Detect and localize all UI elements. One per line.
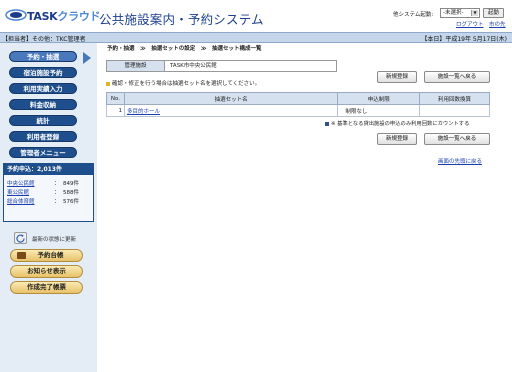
logo-text: TASK — [27, 10, 58, 23]
sidebar: 予約・抽選 宿泊施設予約 利用実績入力 料金収納 統計 利用者登録 管理者メニュ… — [0, 43, 97, 372]
reservation-ledger-label: 予約台帳 — [37, 251, 64, 259]
launch-button[interactable]: 起動 — [483, 8, 504, 18]
logo-mark-icon — [5, 9, 27, 21]
sidebar-item-user-registration[interactable]: 利用者登録 — [9, 131, 77, 142]
request-row: 東公民館 ： 588件 — [7, 190, 79, 196]
note-text: ※ 基準となる貸出施設の申込のみ利用回数にカウントする — [325, 119, 469, 127]
request-facility-link[interactable]: 総合体育館 — [7, 199, 35, 205]
reservation-requests-box: 予約申込：2,013件 中央公民館 ： 849件 東公民館 ： 588件 総合体… — [3, 163, 94, 222]
notice-display-button[interactable]: お知らせ表示 — [10, 265, 83, 278]
logo-subtext: クラウド — [57, 10, 101, 23]
system-select-value: -未選択- — [443, 10, 464, 16]
city-top-link[interactable]: 市の先 — [489, 20, 506, 28]
lottery-set-link[interactable]: 多目的ホール — [123, 104, 339, 117]
logout-link[interactable]: ログアウト — [456, 20, 484, 28]
back-to-facility-list-button-bottom[interactable]: 施設一覧へ戻る — [424, 133, 490, 145]
column-header-no: No. — [106, 92, 125, 105]
sidebar-item-fee-collection[interactable]: 料金収納 — [9, 99, 77, 110]
system-launch-label: 他システム起動: — [393, 12, 434, 18]
request-facility-link[interactable]: 東公民館 — [7, 190, 29, 196]
system-select[interactable]: -未選択- ▼ — [440, 8, 480, 18]
request-facility-link[interactable]: 中央公民館 — [7, 181, 35, 187]
table-row: 1 多目的ホール 制限なし — [106, 104, 490, 117]
new-register-button[interactable]: 新規登録 — [377, 71, 417, 83]
header: TASKクラウド 公共施設案内・予約システム 他システム起動: -未選択- ▼ … — [0, 0, 512, 32]
info-bar: 【担当者】その他：TKC管理者 【本日】平成19年 5月17日(木) — [0, 32, 512, 43]
current-user: 【担当者】その他：TKC管理者 — [2, 36, 86, 43]
sidebar-item-usage-input[interactable]: 利用実績入力 — [9, 83, 77, 94]
facility-label: 管理施設 — [107, 61, 165, 71]
facility-info: 管理施設 TASK市中央公民館 — [106, 60, 337, 72]
completed-reports-button[interactable]: 作成完了帳票 — [10, 281, 83, 294]
book-icon — [17, 252, 26, 259]
request-count: 849件 — [63, 181, 79, 187]
logo: TASKクラウド — [5, 7, 101, 23]
refresh-icon[interactable] — [14, 232, 27, 244]
column-header-limit: 申込制限 — [337, 92, 421, 105]
active-arrow-icon — [83, 52, 91, 64]
sidebar-item-lodging-reservation[interactable]: 宿泊施設予約 — [9, 67, 77, 78]
request-count: 576件 — [63, 199, 79, 205]
bullet-icon — [106, 81, 110, 86]
table-header-row: No. 抽選セット名 申込制限 利用回数換算 — [106, 92, 490, 105]
request-row: 中央公民館 ： 849件 — [7, 181, 79, 187]
request-count: 588件 — [63, 190, 79, 196]
new-register-button-bottom[interactable]: 新規登録 — [377, 133, 417, 145]
cell-no: 1 — [106, 104, 125, 117]
chevron-down-icon: ▼ — [471, 10, 478, 16]
column-header-set-name: 抽選セット名 — [123, 92, 339, 105]
column-header-conversion: 利用回数換算 — [419, 92, 490, 105]
lottery-set-table: No. 抽選セット名 申込制限 利用回数換算 1 多目的ホール 制限なし — [106, 92, 490, 117]
cell-conversion — [419, 104, 490, 117]
sidebar-item-reservation-lottery[interactable]: 予約・抽選 — [9, 51, 77, 62]
cell-limit: 制限なし — [337, 104, 421, 117]
back-to-facility-list-button[interactable]: 施設一覧へ戻る — [424, 71, 490, 83]
reservation-requests-title: 予約申込：2,013件 — [4, 164, 93, 175]
bullet-icon — [325, 121, 329, 126]
refresh-label: 最新の状態に更新 — [32, 237, 77, 243]
back-to-top-link[interactable]: 画面の先頭に戻る — [438, 157, 482, 165]
request-row: 総合体育館 ： 576件 — [7, 199, 79, 205]
instruction-text: 確認・修正を行う場合は抽選セット名を選択してください。 — [106, 79, 260, 87]
app-title: 公共施設案内・予約システム — [99, 12, 264, 27]
facility-value: TASK市中央公民館 — [170, 63, 217, 69]
reservation-ledger-button[interactable]: 予約台帳 — [10, 249, 83, 262]
sidebar-item-statistics[interactable]: 統計 — [9, 115, 77, 126]
current-date: 【本日】平成19年 5月17日(木) — [421, 36, 507, 43]
sidebar-item-admin-menu[interactable]: 管理者メニュー — [9, 147, 77, 158]
breadcrumb: 予約・抽選 ≫ 抽選セットの設定 ≫ 抽選セット構成一覧 — [107, 46, 262, 52]
